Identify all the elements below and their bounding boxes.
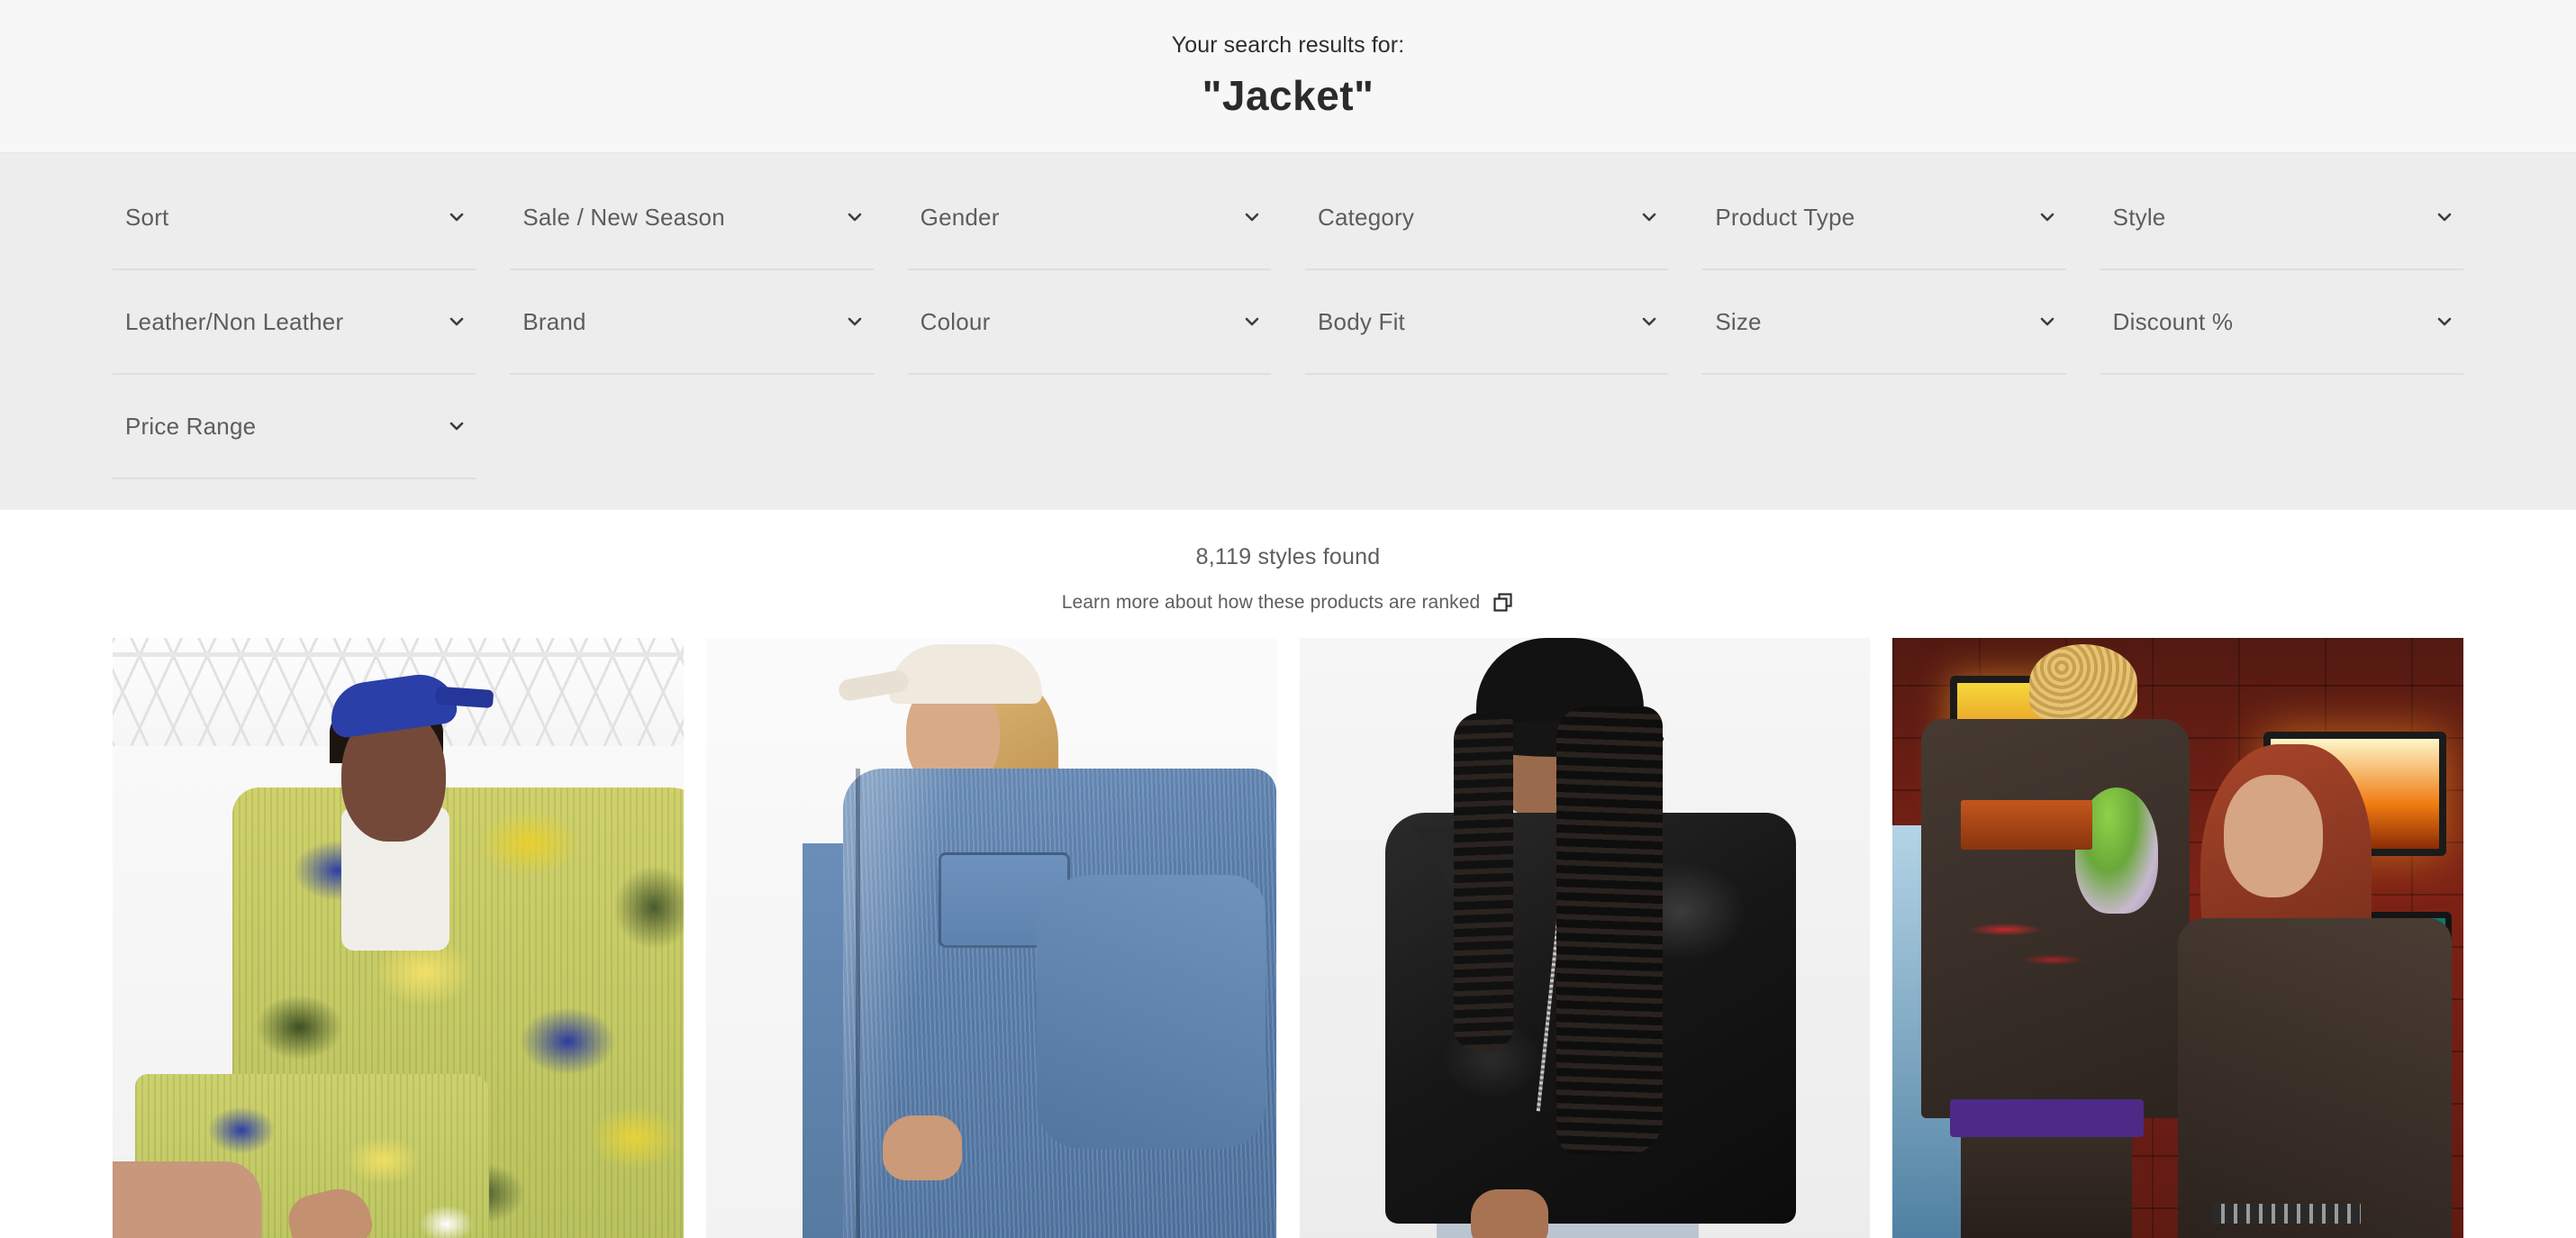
- model-head-blond: [2029, 643, 2138, 722]
- filter-cell: Sort: [113, 166, 476, 270]
- filter-dropdown-sort[interactable]: Sort: [113, 166, 476, 270]
- model-hand: [1470, 1189, 1548, 1238]
- results-meta: 8,119 styles found Learn more about how …: [0, 510, 2576, 614]
- chevron-down-icon: [2435, 207, 2454, 227]
- styles-found-count: 8,119 styles found: [1195, 544, 1381, 569]
- filter-label: Gender: [920, 203, 1000, 231]
- model-hair-left: [1453, 713, 1513, 1050]
- ranking-info-link[interactable]: Learn more about how these products are …: [1062, 592, 1515, 614]
- filter-dropdown-style[interactable]: Style: [2100, 166, 2463, 270]
- filter-dropdown-brand[interactable]: Brand: [510, 270, 874, 375]
- filter-dropdown-price-range[interactable]: Price Range: [113, 375, 476, 479]
- chevron-down-icon: [447, 312, 467, 332]
- search-query-title: "Jacket": [1202, 72, 1374, 119]
- chevron-down-icon: [1242, 312, 1262, 332]
- denim-sleeve: [1037, 874, 1265, 1150]
- product-image-tie-dye-corduroy-jacket: [113, 638, 684, 1238]
- stranger-things-jacket-front: [2178, 918, 2453, 1238]
- filter-label: Category: [1318, 203, 1415, 231]
- filter-label: Colour: [920, 307, 991, 335]
- chevron-down-icon: [1639, 312, 1659, 332]
- purple-waistband: [1949, 1099, 2145, 1137]
- search-results-kicker: Your search results for:: [1171, 32, 1405, 58]
- product-image-denim-jacket: [705, 638, 1277, 1238]
- filter-cell: Size: [1702, 270, 2066, 375]
- filter-label: Brand: [522, 307, 586, 335]
- white-cap: [888, 643, 1042, 704]
- filter-label: Sale / New Season: [522, 203, 725, 231]
- filter-bar: Sort Sale / New Season Gender Category P…: [0, 153, 2576, 510]
- filter-dropdown-discount[interactable]: Discount %: [2100, 270, 2463, 375]
- filter-grid: Sort Sale / New Season Gender Category P…: [113, 166, 2463, 479]
- product-card[interactable]: [1892, 638, 2463, 1238]
- filter-cell: Discount %: [2100, 270, 2463, 375]
- chevron-down-icon: [1639, 207, 1659, 227]
- model-hair-right: [1556, 706, 1663, 1156]
- filter-dropdown-size[interactable]: Size: [1702, 270, 2066, 375]
- filter-label: Leather/Non Leather: [125, 307, 344, 335]
- model-hand: [883, 1115, 963, 1181]
- chevron-down-icon: [845, 207, 865, 227]
- filter-dropdown-colour[interactable]: Colour: [907, 270, 1271, 375]
- product-card[interactable]: [705, 638, 1277, 1238]
- chevron-down-icon: [2435, 312, 2454, 332]
- filter-dropdown-product-type[interactable]: Product Type: [1702, 166, 2066, 270]
- model-trousers: [1961, 1124, 2133, 1238]
- filter-dropdown-category[interactable]: Category: [1305, 166, 1669, 270]
- filter-label: Product Type: [1715, 203, 1855, 231]
- filter-dropdown-sale-new-season[interactable]: Sale / New Season: [510, 166, 874, 270]
- filter-label: Style: [2112, 203, 2166, 231]
- studded-belt: [2212, 1204, 2361, 1224]
- search-results-header: Your search results for: "Jacket": [0, 0, 2576, 153]
- filter-cell: Colour: [907, 270, 1271, 375]
- filter-cell: Sale / New Season: [510, 166, 874, 270]
- filter-cell: Brand: [510, 270, 874, 375]
- model-face: [2223, 775, 2323, 898]
- filter-dropdown-leather-non-leather[interactable]: Leather/Non Leather: [113, 270, 476, 375]
- ranking-info-label: Learn more about how these products are …: [1061, 592, 1481, 613]
- filter-cell: Body Fit: [1305, 270, 1669, 375]
- chevron-down-icon: [845, 312, 865, 332]
- chevron-down-icon: [2037, 312, 2057, 332]
- chevron-down-icon: [447, 207, 467, 227]
- filter-cell: Style: [2100, 166, 2463, 270]
- copy-icon: [1492, 592, 1514, 614]
- filter-cell: Price Range: [113, 375, 476, 479]
- filter-label: Price Range: [125, 412, 257, 440]
- filter-cell: Gender: [907, 166, 1271, 270]
- product-image-stranger-things-jacket: [1892, 638, 2463, 1238]
- filter-dropdown-gender[interactable]: Gender: [907, 166, 1271, 270]
- stranger-things-logo: [1961, 799, 2093, 851]
- product-image-leather-biker-jacket: [1299, 638, 1871, 1238]
- filter-label: Size: [1715, 307, 1762, 335]
- model-leg: [113, 1161, 261, 1238]
- product-grid: [113, 638, 2463, 1238]
- product-card[interactable]: [1299, 638, 1871, 1238]
- filter-cell: Category: [1305, 166, 1669, 270]
- chevron-down-icon: [447, 416, 467, 436]
- chevron-down-icon: [2037, 207, 2057, 227]
- filter-cell: Product Type: [1702, 166, 2066, 270]
- product-card[interactable]: [113, 638, 684, 1238]
- filter-cell: Leather/Non Leather: [113, 270, 476, 375]
- chevron-down-icon: [1242, 207, 1262, 227]
- filter-label: Discount %: [2112, 307, 2234, 335]
- filter-label: Sort: [125, 203, 169, 231]
- filter-dropdown-body-fit[interactable]: Body Fit: [1305, 270, 1669, 375]
- filter-label: Body Fit: [1318, 307, 1405, 335]
